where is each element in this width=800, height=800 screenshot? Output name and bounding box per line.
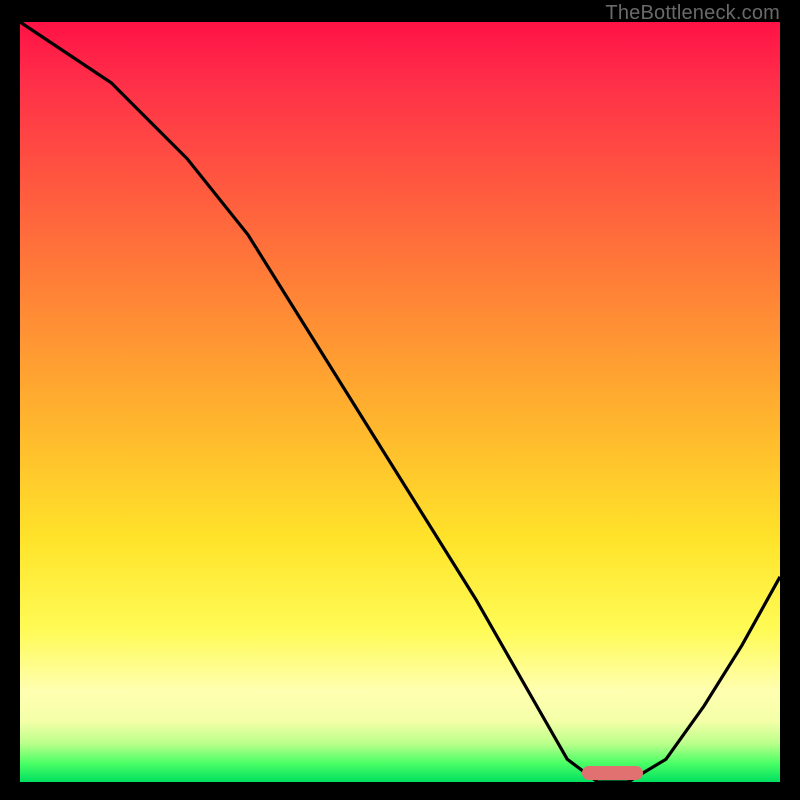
chart-frame	[20, 22, 780, 782]
curve-path	[20, 22, 780, 782]
optimal-range-marker	[582, 766, 643, 780]
bottleneck-curve	[20, 22, 780, 782]
